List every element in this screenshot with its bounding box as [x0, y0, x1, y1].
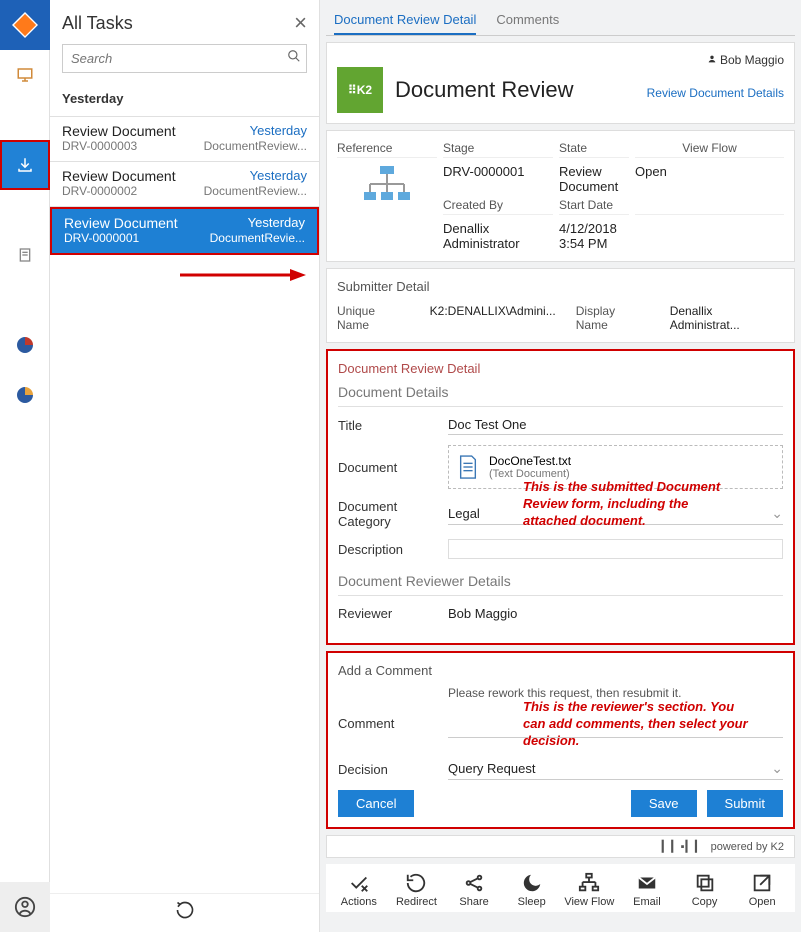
- cancel-button[interactable]: Cancel: [338, 790, 414, 817]
- display-name-label: Display Name: [576, 304, 650, 332]
- header-card: Bob Maggio ⠿K2 Document Review Review Do…: [326, 42, 795, 124]
- tool-viewflow[interactable]: View Flow: [561, 872, 619, 908]
- meta-stage: Review Document: [559, 162, 629, 194]
- unique-name-label: Unique Name: [337, 304, 410, 332]
- close-icon[interactable]: ×: [294, 10, 307, 36]
- meta-startdate: 4/12/2018 3:54 PM: [559, 219, 629, 251]
- description-label: Description: [338, 542, 448, 557]
- task-ref: DRV-0000001: [64, 231, 210, 245]
- task-pane: All Tasks × Yesterday Review DocumentYes…: [50, 0, 320, 932]
- comment-label: Comment: [338, 716, 448, 731]
- viewflow-diagram-icon[interactable]: [337, 162, 437, 251]
- decision-label: Decision: [338, 762, 448, 777]
- page-title: Document Review: [395, 77, 635, 103]
- save-button[interactable]: Save: [631, 790, 697, 817]
- tabs: Document Review Detail Comments: [326, 6, 795, 36]
- meta-state-label: State: [559, 141, 629, 158]
- task-item-selected[interactable]: Review DocumentYesterday DRV-0000001Docu…: [50, 207, 319, 255]
- rail-piechart2-icon[interactable]: [0, 370, 50, 420]
- tool-copy[interactable]: Copy: [676, 872, 734, 908]
- task-item[interactable]: Review DocumentYesterday DRV-0000002Docu…: [50, 162, 319, 207]
- unique-name: K2:DENALLIX\Admini...: [430, 304, 556, 332]
- reviewer-details-title: Document Reviewer Details: [338, 569, 783, 596]
- display-name: Denallix Administrat...: [670, 304, 784, 332]
- meta-reference: DRV-0000001: [443, 162, 553, 194]
- title-value: Doc Test One: [448, 415, 783, 435]
- meta-createdby: Denallix Administrator: [443, 219, 553, 251]
- comment-card: Add a Comment Please rework this request…: [326, 651, 795, 829]
- doc-details-title: Document Details: [338, 380, 783, 407]
- review-detail-card: Document Review Detail Document Details …: [326, 349, 795, 645]
- rail-profile-icon[interactable]: [0, 882, 50, 932]
- annotation-text-1: This is the submitted Document Review fo…: [523, 479, 723, 530]
- task-ref: DRV-0000002: [62, 184, 204, 198]
- meta-reference-label: Reference: [337, 141, 437, 158]
- tab-comments[interactable]: Comments: [496, 6, 559, 35]
- submitter-section-title: Submitter Detail: [337, 279, 784, 298]
- task-title: Review Document: [64, 215, 248, 231]
- chevron-down-icon: ⌄: [771, 505, 783, 522]
- bottom-toolbar: Actions Redirect Share Sleep View Flow E…: [326, 864, 795, 912]
- file-name: DocOneTest.txt: [489, 454, 571, 468]
- refresh-button[interactable]: [50, 893, 319, 932]
- category-label: Document Category: [338, 499, 448, 529]
- tool-share[interactable]: Share: [445, 872, 503, 908]
- tool-redirect[interactable]: Redirect: [388, 872, 446, 908]
- task-src: DocumentRevie...: [210, 231, 305, 245]
- decision-select[interactable]: Query Request⌄: [448, 758, 783, 780]
- annotation-text-2: This is the reviewer's section. You can …: [523, 699, 753, 750]
- task-src: DocumentReview...: [204, 139, 307, 153]
- meta-stage-label: Stage: [443, 141, 553, 158]
- rail-inbox-icon[interactable]: [0, 140, 50, 190]
- submitter-card: Submitter Detail Unique Name K2:DENALLIX…: [326, 268, 795, 343]
- task-time: Yesterday: [250, 123, 307, 139]
- task-title: Review Document: [62, 168, 250, 184]
- description-input[interactable]: [448, 539, 783, 559]
- rail-document-icon[interactable]: [0, 230, 50, 280]
- k2-logo: ⠿K2: [337, 67, 383, 113]
- tool-sleep[interactable]: Sleep: [503, 872, 561, 908]
- user-name: Bob Maggio: [720, 53, 784, 67]
- review-detail-title: Document Review Detail: [338, 361, 783, 380]
- meta-createdby-label: Created By: [443, 198, 553, 215]
- task-time: Yesterday: [250, 168, 307, 184]
- add-comment-title: Add a Comment: [338, 663, 783, 682]
- search-input[interactable]: [62, 44, 307, 73]
- meta-startdate-label: Start Date: [559, 198, 629, 215]
- task-src: DocumentReview...: [204, 184, 307, 198]
- document-label: Document: [338, 460, 448, 475]
- left-rail: [0, 0, 50, 932]
- task-pane-title: All Tasks: [62, 13, 294, 34]
- search-icon[interactable]: [287, 49, 301, 68]
- reviewer-label: Reviewer: [338, 606, 448, 621]
- rail-piechart-icon[interactable]: [0, 320, 50, 370]
- task-item[interactable]: Review DocumentYesterday DRV-0000003Docu…: [50, 117, 319, 162]
- submit-button[interactable]: Submit: [707, 790, 783, 817]
- user-icon: [707, 54, 717, 64]
- task-title: Review Document: [62, 123, 250, 139]
- app-logo: [0, 0, 50, 50]
- powered-by: ▎▎▪▎▎ powered by K2: [326, 835, 795, 858]
- tool-actions[interactable]: Actions: [330, 872, 388, 908]
- tab-detail[interactable]: Document Review Detail: [334, 6, 476, 35]
- tool-email[interactable]: Email: [618, 872, 676, 908]
- meta-card: Reference Stage State View Flow DRV-0000…: [326, 130, 795, 262]
- page-subtitle[interactable]: Review Document Details: [647, 86, 784, 100]
- title-label: Title: [338, 418, 448, 433]
- meta-viewflow-label: View Flow: [635, 141, 784, 158]
- meta-state: Open: [635, 162, 784, 194]
- reviewer-value: Bob Maggio: [448, 604, 783, 623]
- detail-pane: Document Review Detail Comments Bob Magg…: [320, 0, 801, 932]
- tool-open[interactable]: Open: [733, 872, 791, 908]
- rail-presentation-icon[interactable]: [0, 50, 50, 100]
- task-ref: DRV-0000003: [62, 139, 204, 153]
- task-time: Yesterday: [248, 215, 305, 231]
- annotation-arrow: [50, 255, 319, 315]
- chevron-down-icon: ⌄: [771, 760, 783, 777]
- file-icon: [457, 454, 479, 480]
- task-section-label: Yesterday: [50, 81, 319, 117]
